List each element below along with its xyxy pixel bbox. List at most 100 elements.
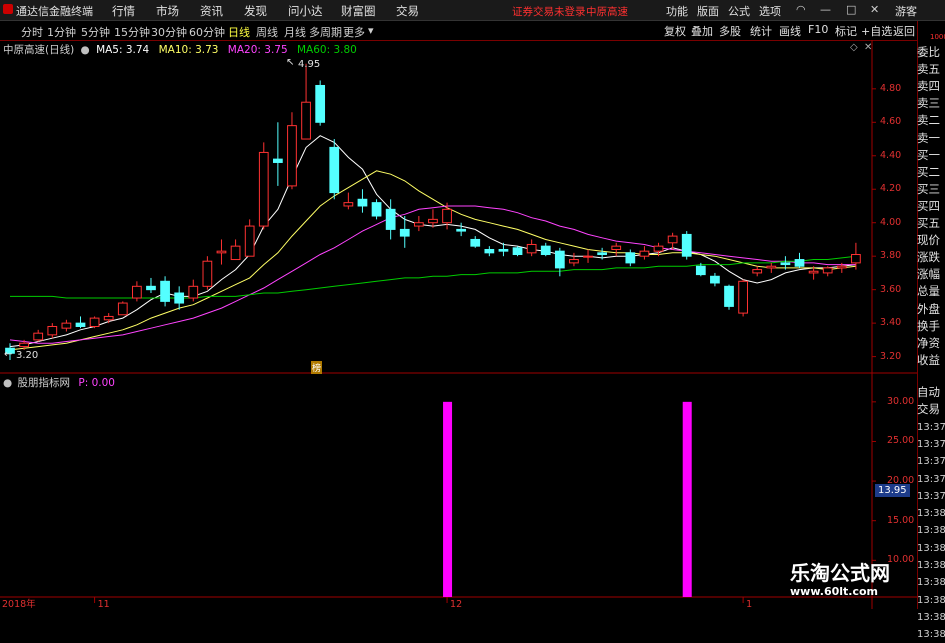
candle-body-down bbox=[315, 84, 326, 123]
side-panel-item[interactable]: 买一 bbox=[917, 147, 945, 164]
side-panel-item[interactable]: 现价 bbox=[917, 232, 945, 249]
y-tick-label: 4.40 bbox=[880, 149, 902, 161]
y-tick-label: 4.20 bbox=[880, 183, 902, 195]
side-panel-item[interactable]: 外盘 bbox=[917, 301, 945, 318]
side-panel-time-item: 13:38 bbox=[917, 560, 945, 571]
candle-body-up bbox=[343, 202, 354, 207]
side-panel-item[interactable]: 买五 bbox=[917, 215, 945, 232]
side-panel-item[interactable]: 换手 bbox=[917, 318, 945, 335]
candle-body-up bbox=[442, 208, 452, 224]
side-panel-item[interactable]: 买二 bbox=[917, 164, 945, 181]
candle-body-down bbox=[625, 252, 636, 264]
side-panel-item[interactable]: 卖三 bbox=[917, 95, 945, 112]
y-tick-label: 3.60 bbox=[880, 283, 902, 295]
y-tick-label: 4.00 bbox=[880, 216, 902, 228]
y-tick-label: 3.80 bbox=[880, 250, 902, 262]
candle-body-down bbox=[540, 245, 551, 256]
side-panel-time-item: 13:38 bbox=[917, 611, 945, 623]
low-price-arrow-icon: ← bbox=[4, 349, 13, 360]
side-panel-item[interactable]: 净资 bbox=[917, 335, 945, 352]
indicator-y-tick-label: 25.00 bbox=[887, 435, 915, 447]
watermark-title: 乐淘公式网 bbox=[790, 561, 890, 585]
candle-body-up bbox=[569, 259, 579, 264]
candle-body-down bbox=[484, 248, 495, 254]
side-panel-item[interactable]: 卖五 bbox=[917, 61, 945, 78]
candle-body-up bbox=[667, 235, 678, 244]
candle-body-down bbox=[75, 322, 86, 327]
candle-body-up bbox=[738, 280, 748, 314]
candle-body-down bbox=[695, 265, 706, 276]
side-panel-time-item: 13:37 bbox=[917, 490, 945, 502]
candle-body-down bbox=[554, 250, 565, 269]
side-panel-item[interactable]: 涨幅 bbox=[917, 266, 945, 283]
rank-badge[interactable]: 榜 bbox=[311, 361, 323, 374]
candle-body-up bbox=[103, 315, 114, 321]
side-panel-time-item: 13:38 bbox=[917, 629, 945, 641]
ma-line-ma5 bbox=[9, 135, 856, 348]
candle-body-up bbox=[19, 342, 29, 348]
candle-body-down bbox=[385, 208, 396, 230]
side-panel-item[interactable]: 卖四 bbox=[917, 78, 945, 95]
candle-body-down bbox=[329, 146, 340, 194]
candle-body-up bbox=[258, 151, 269, 227]
side-panel-time-item: 13:37 bbox=[917, 456, 945, 468]
candle-body-down bbox=[399, 228, 410, 237]
candle-body-up bbox=[428, 218, 438, 224]
indicator-y-tick-label: 30.00 bbox=[887, 395, 915, 407]
y-tick-label: 3.40 bbox=[880, 317, 902, 329]
x-tick-label: 11 bbox=[98, 599, 110, 609]
side-panel-item[interactable]: 总量 bbox=[917, 283, 945, 300]
indicator-y-tick-label: 10.00 bbox=[887, 554, 915, 566]
candle-body-down bbox=[498, 248, 509, 252]
low-price-label: 3.20 bbox=[16, 350, 39, 361]
side-panel-time-item: 13:38 bbox=[917, 594, 945, 606]
candle-body-up bbox=[61, 322, 72, 329]
candle-body-up bbox=[132, 285, 142, 299]
candle-body-up bbox=[822, 267, 833, 274]
x-tick-label: 12 bbox=[450, 599, 462, 609]
x-tick-label: 2018年 bbox=[2, 598, 36, 609]
side-panel-item[interactable]: 委比 bbox=[917, 44, 945, 61]
side-panel-item[interactable]: 卖二 bbox=[917, 112, 945, 129]
side-panel-time-item: 13:38 bbox=[917, 577, 945, 589]
candle-body-down bbox=[272, 158, 283, 163]
candle-body-down bbox=[371, 202, 382, 217]
candle-body-down bbox=[681, 233, 692, 257]
side-panel-item[interactable]: 买三 bbox=[917, 181, 945, 198]
side-panel-item[interactable]: 收益 bbox=[917, 352, 945, 369]
side-panel-time-item: 自动 bbox=[917, 385, 940, 399]
indicator-spike-bar bbox=[682, 401, 692, 597]
candle-body-up bbox=[117, 302, 128, 316]
ma-line-ma10 bbox=[9, 170, 856, 351]
candle-body-down bbox=[780, 262, 791, 266]
high-price-arrow-icon: ↖ bbox=[286, 57, 295, 68]
candle-body-up bbox=[413, 222, 424, 227]
y-tick-label: 4.80 bbox=[880, 82, 902, 94]
candle-body-up bbox=[230, 245, 241, 261]
candle-body-down bbox=[146, 285, 156, 291]
side-panel-time-item: 交易 bbox=[917, 402, 940, 417]
side-panel-time-item: 13:37 bbox=[917, 421, 945, 433]
candle-body-up bbox=[301, 101, 311, 140]
candle-body-up bbox=[287, 125, 297, 187]
candle-body-up bbox=[808, 270, 819, 274]
side-panel-item[interactable]: 涨跌 bbox=[917, 249, 945, 266]
candle-body-down bbox=[512, 247, 523, 256]
candle-body-down bbox=[597, 252, 608, 256]
watermark-url: www.60lt.com bbox=[790, 585, 879, 598]
candle-body-down bbox=[724, 285, 734, 307]
y-tick-label: 3.20 bbox=[880, 350, 902, 362]
side-panel-item[interactable]: 买四 bbox=[917, 198, 945, 215]
candle-body-down bbox=[470, 238, 481, 247]
side-panel-time-item: 13:38 bbox=[917, 508, 945, 520]
candle-body-up bbox=[216, 250, 227, 254]
indicator-y-tick-label: 15.00 bbox=[887, 514, 915, 526]
candle-body-up bbox=[188, 285, 199, 299]
candle-body-up bbox=[47, 325, 58, 336]
panel-top-label: 1000 bbox=[930, 33, 945, 41]
candlestick-chart[interactable]: 2018年 11 12 1 bbox=[0, 0, 945, 609]
side-panel-item[interactable]: 卖一 bbox=[917, 130, 945, 147]
candle-body-up bbox=[202, 260, 213, 287]
candle-body-up bbox=[611, 245, 622, 250]
candle-body-down bbox=[174, 292, 185, 304]
